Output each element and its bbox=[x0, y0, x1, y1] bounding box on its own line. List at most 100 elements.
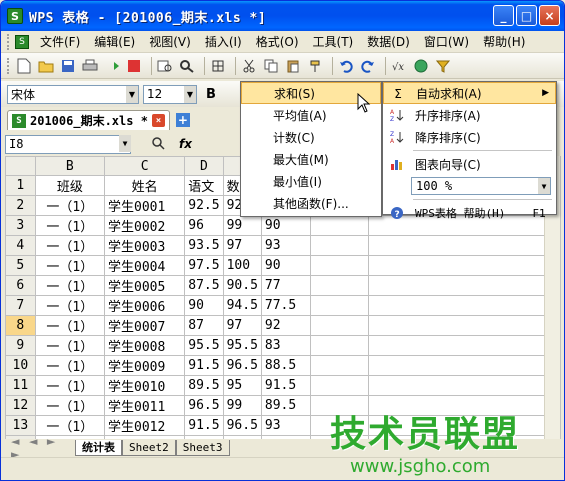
row-header[interactable]: 13 bbox=[5, 415, 36, 436]
grid-cell[interactable]: 99 bbox=[222, 215, 262, 236]
menu-item-sort-desc[interactable]: ZA 降序排序(C) bbox=[383, 126, 556, 148]
filter-icon[interactable] bbox=[434, 57, 452, 75]
bold-button[interactable]: B bbox=[201, 84, 221, 104]
grid-cell[interactable]: 93 bbox=[260, 235, 312, 256]
menu-file[interactable]: 文件(F) bbox=[33, 31, 87, 52]
grid-cell[interactable]: 90 bbox=[184, 295, 224, 316]
print-icon[interactable] bbox=[81, 57, 99, 75]
grid-cell[interactable]: 语文 bbox=[184, 175, 224, 196]
select-all-corner[interactable] bbox=[5, 156, 36, 176]
grid-cell[interactable]: 93 bbox=[260, 415, 312, 436]
menu-item-zoom[interactable]: 100 % ▼ bbox=[383, 175, 556, 197]
name-box-dropdown[interactable]: ▼ bbox=[117, 134, 131, 154]
row-header[interactable]: 7 bbox=[5, 295, 36, 316]
grid-cell[interactable] bbox=[310, 215, 370, 236]
grid-cell[interactable]: 学生0003 bbox=[103, 235, 186, 256]
print-preview-icon[interactable] bbox=[156, 57, 174, 75]
grid-cell[interactable]: 77.5 bbox=[260, 295, 312, 316]
menu-item-chart-wizard[interactable]: 图表向导(C) bbox=[383, 153, 556, 175]
grid-cell[interactable]: 学生0002 bbox=[103, 215, 186, 236]
grid-cell[interactable]: 90.5 bbox=[222, 275, 262, 296]
grid-cell[interactable] bbox=[368, 355, 561, 376]
maximize-button[interactable]: □ bbox=[516, 5, 537, 26]
pdf-icon[interactable] bbox=[125, 57, 143, 75]
menu-view[interactable]: 视图(V) bbox=[142, 31, 198, 52]
menu-item-sort-asc[interactable]: AZ 升序排序(A) bbox=[383, 104, 556, 126]
close-button[interactable]: × bbox=[539, 5, 560, 26]
grid-cell[interactable] bbox=[310, 295, 370, 316]
chevron-down-icon[interactable]: ▼ bbox=[119, 134, 131, 152]
grid-cell[interactable]: 95.5 bbox=[184, 335, 224, 356]
grid-cell[interactable]: 姓名 bbox=[103, 175, 186, 196]
grid-cell[interactable]: 一（1） bbox=[34, 355, 106, 376]
app-menu-icon[interactable]: S bbox=[15, 34, 29, 49]
grid-cell[interactable]: 班级 bbox=[34, 175, 106, 196]
grid-cell[interactable]: 89.5 bbox=[184, 375, 224, 396]
grid-cell[interactable] bbox=[310, 235, 370, 256]
new-file-icon[interactable] bbox=[15, 57, 33, 75]
row-header[interactable]: 9 bbox=[5, 335, 36, 356]
menu-edit[interactable]: 编辑(E) bbox=[87, 31, 142, 52]
redo-icon[interactable] bbox=[359, 57, 377, 75]
menu-item-autosum[interactable]: Σ 自动求和(A) ▶ bbox=[383, 82, 556, 104]
menu-tools[interactable]: 工具(T) bbox=[306, 31, 361, 52]
grid-cell[interactable]: 一（1） bbox=[34, 195, 106, 216]
insert-function-button[interactable]: fx bbox=[179, 137, 192, 151]
grid-cell[interactable] bbox=[368, 255, 561, 276]
grid-cell[interactable]: 96.5 bbox=[184, 395, 224, 416]
grid-cell[interactable]: 学生0005 bbox=[103, 275, 186, 296]
menu-window[interactable]: 窗口(W) bbox=[417, 31, 476, 52]
grid-cell[interactable]: 95 bbox=[222, 375, 262, 396]
format-painter-icon[interactable] bbox=[306, 57, 324, 75]
grid-cell[interactable]: 学生0008 bbox=[103, 335, 186, 356]
minimize-button[interactable]: _ bbox=[493, 5, 514, 26]
grid-cell[interactable]: 一（1） bbox=[34, 235, 106, 256]
close-tab-icon[interactable]: × bbox=[151, 114, 165, 127]
formula-lookup-icon[interactable] bbox=[151, 136, 165, 153]
grid-cell[interactable]: 学生0004 bbox=[103, 255, 186, 276]
row-header[interactable]: 1 bbox=[5, 175, 36, 196]
grid-cell[interactable] bbox=[368, 235, 561, 256]
grid-cell[interactable]: 99 bbox=[222, 395, 262, 416]
grid-cell[interactable]: 92 bbox=[260, 315, 312, 336]
grid-cell[interactable]: 90 bbox=[260, 215, 312, 236]
chevron-down-icon[interactable]: ▼ bbox=[126, 85, 138, 103]
grid-cell[interactable]: 学生0010 bbox=[103, 375, 186, 396]
grid-cell[interactable]: 一（1） bbox=[34, 315, 106, 336]
grid-cell[interactable]: 96.5 bbox=[222, 355, 262, 376]
grid-cell[interactable]: 77 bbox=[260, 275, 312, 296]
grid-cell[interactable]: 97.5 bbox=[184, 255, 224, 276]
grid-cell[interactable]: 一（1） bbox=[34, 415, 106, 436]
grid-cell[interactable]: 91.5 bbox=[260, 375, 312, 396]
grid-cell[interactable] bbox=[368, 275, 561, 296]
save-icon[interactable] bbox=[59, 57, 77, 75]
menu-data[interactable]: 数据(D) bbox=[360, 31, 417, 52]
grid-cell[interactable]: 一（1） bbox=[34, 255, 106, 276]
column-header-c[interactable]: C bbox=[103, 156, 186, 176]
grid-cell[interactable] bbox=[310, 315, 370, 336]
grid-cell[interactable]: 92.5 bbox=[184, 195, 224, 216]
grid-cell[interactable]: 学生0012 bbox=[103, 415, 186, 436]
find-icon[interactable] bbox=[178, 57, 196, 75]
grid-cell[interactable]: 一（1） bbox=[34, 335, 106, 356]
grid-cell[interactable] bbox=[310, 275, 370, 296]
grid-cell[interactable]: 一（1） bbox=[34, 295, 106, 316]
grid-cell[interactable]: 学生0009 bbox=[103, 355, 186, 376]
grid-cell[interactable] bbox=[368, 335, 561, 356]
grid-cell[interactable]: 学生0001 bbox=[103, 195, 186, 216]
row-header[interactable]: 12 bbox=[5, 395, 36, 416]
grid-cell[interactable] bbox=[310, 255, 370, 276]
grid-cell[interactable]: 90 bbox=[260, 255, 312, 276]
row-header[interactable]: 3 bbox=[5, 215, 36, 236]
column-header-b[interactable]: B bbox=[34, 156, 106, 176]
grid-cell[interactable] bbox=[368, 295, 561, 316]
grid-cell[interactable]: 一（1） bbox=[34, 275, 106, 296]
row-header[interactable]: 6 bbox=[5, 275, 36, 296]
grid-cell[interactable]: 87.5 bbox=[184, 275, 224, 296]
grid-cell[interactable] bbox=[368, 315, 561, 336]
column-header-d[interactable]: D bbox=[184, 156, 224, 176]
grid-cell[interactable]: 96.5 bbox=[222, 415, 262, 436]
grid-cell[interactable]: 一（1） bbox=[34, 395, 106, 416]
sheet-tab-sheet2[interactable]: Sheet2 bbox=[122, 439, 176, 456]
function-icon[interactable]: √x bbox=[390, 57, 408, 75]
